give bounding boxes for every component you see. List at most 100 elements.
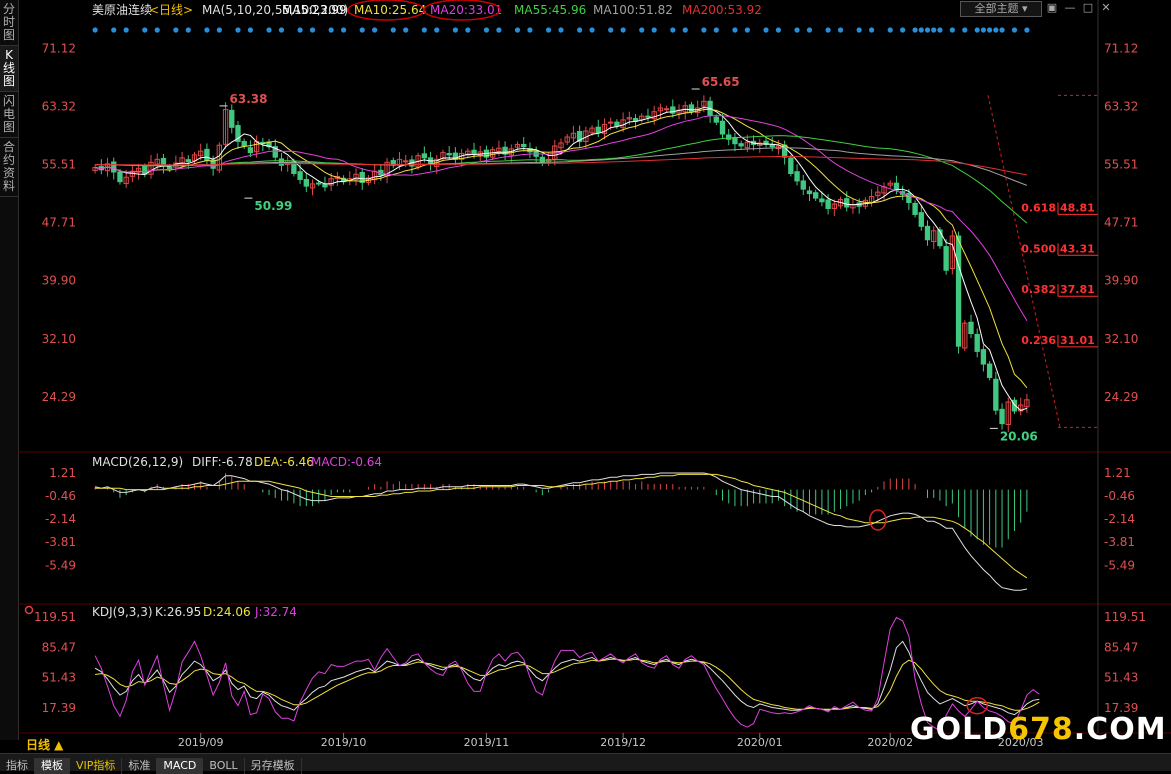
signal-dot [1011,27,1018,33]
signal-dot [980,27,987,33]
legend-ma-value: MA10:25.64 [354,3,426,17]
signal-dot [608,27,614,33]
candlestick [166,166,173,170]
candlestick [303,178,309,187]
tab-flash[interactable]: 闪电图 [0,92,18,138]
signal-dot [204,27,210,33]
signal-dot [266,27,272,33]
tab-indicator[interactable]: 指标 [0,758,35,774]
watermark-part2: 678 [1008,712,1074,747]
candlestick [241,140,247,147]
tab-contract-info[interactable]: 合约资料 [0,138,18,197]
kdj-tick-label: 85.47 [42,640,76,654]
candlestick [974,333,980,352]
signal-dot [173,27,179,33]
candlestick [918,212,924,227]
price-tick-label: 71.12 [42,41,76,55]
chart-area[interactable]: 美原油连续<日线> MA(5,10,20,55,100,200)MA5:23.99… [18,0,1171,753]
price-tick-label: 32.10 [42,332,76,346]
price-tick-label: 24.29 [42,390,76,404]
tab-template[interactable]: 模板 [35,758,70,774]
signal-dot [421,27,427,33]
candlestick [316,182,322,185]
signal-dot [434,27,440,33]
kdj-tick-label: 17.39 [42,701,76,715]
tab-save-template[interactable]: 另存模板 [245,758,302,774]
macd-tick-label: -2.14 [1104,512,1135,526]
theme-select-button[interactable]: 全部主题 ▾ [960,1,1042,17]
macd-tick-label: -2.14 [45,512,76,526]
indicator-toggle-icon [24,605,34,615]
fib-ratio: 0.500 [1021,242,1056,255]
price-tick-label: 63.32 [1104,99,1138,113]
candlestick [993,378,999,411]
candlestick [595,126,601,134]
candlestick [688,104,695,113]
candlestick [794,171,800,182]
candlestick [645,115,651,118]
signal-dot [856,27,862,33]
macd-legend-value: DEA:-6.46 [254,455,314,469]
signal-dot [999,27,1005,33]
candlestick [968,321,974,335]
tab-vip-indicator[interactable]: VIP指标 [70,758,123,774]
signal-dot [639,27,645,33]
period-selector[interactable]: 日线 ▲ [26,736,63,753]
signal-dot [577,27,583,33]
tab-macd[interactable]: MACD [157,758,204,774]
signal-dot [924,27,931,33]
candlestick [403,160,409,163]
signal-dot [558,27,564,33]
price-tick-label: 32.10 [1104,332,1138,346]
candlestick [663,108,670,111]
price-tick-label: 55.51 [1104,157,1138,171]
signal-dot [794,27,800,33]
signal-dot [713,27,719,33]
candlestick [806,190,813,195]
signal-dot [620,27,626,33]
signal-dot [545,27,552,33]
signal-dot [527,27,533,33]
extreme-label: 20.06 [1000,429,1038,443]
tab-standard[interactable]: 标准 [122,758,158,774]
watermark-logo: GOLD678.COM [910,712,1167,747]
kdj-d-line [95,658,1040,711]
candlestick [732,136,738,145]
signal-dot [297,27,303,33]
close-icon[interactable]: ✕ [1100,2,1112,14]
theme-select-label: 全部主题 [974,2,1019,15]
kdj-legend-value: D:24.06 [203,605,251,619]
candlestick [738,143,744,147]
price-tick-label: 63.32 [42,99,76,113]
signal-dot [775,27,782,33]
tab-boll[interactable]: BOLL [203,758,245,774]
legend-ma-value: MA100:51.82 [593,3,673,17]
signal-dot [452,27,458,33]
tab-kline[interactable]: K线图 [0,46,18,92]
candlestick [204,148,210,161]
signal-dot [682,27,688,33]
legend-title: 美原油连续 [92,2,152,17]
fib-ratio: 0.382 [1021,283,1056,296]
minimize-icon[interactable]: — [1064,2,1076,14]
signal-dot [825,27,831,33]
settings-icon[interactable]: ▣ [1046,2,1058,14]
candlestick [825,199,831,209]
macd-tick-label: -3.81 [45,535,76,549]
restore-icon[interactable]: □ [1082,2,1094,14]
tab-timeshare[interactable]: 分时图 [0,0,18,46]
price-tick-label: 39.90 [1104,274,1138,288]
signal-dot [216,27,222,33]
candlestick [893,182,900,191]
price-tick-label: 71.12 [1104,41,1138,55]
signal-dot [670,27,676,33]
signal-dot [701,27,707,33]
kdj-legend-value: K:26.95 [155,605,201,619]
macd-tick-label: 1.21 [1104,466,1131,480]
price-tick-label: 55.51 [42,157,76,171]
signal-dot [837,27,844,33]
macd-tick-label: -5.49 [1104,558,1135,572]
signal-dot [309,27,316,33]
candlestick [322,183,328,188]
legend-ma-value: MA55:45.96 [514,3,586,17]
